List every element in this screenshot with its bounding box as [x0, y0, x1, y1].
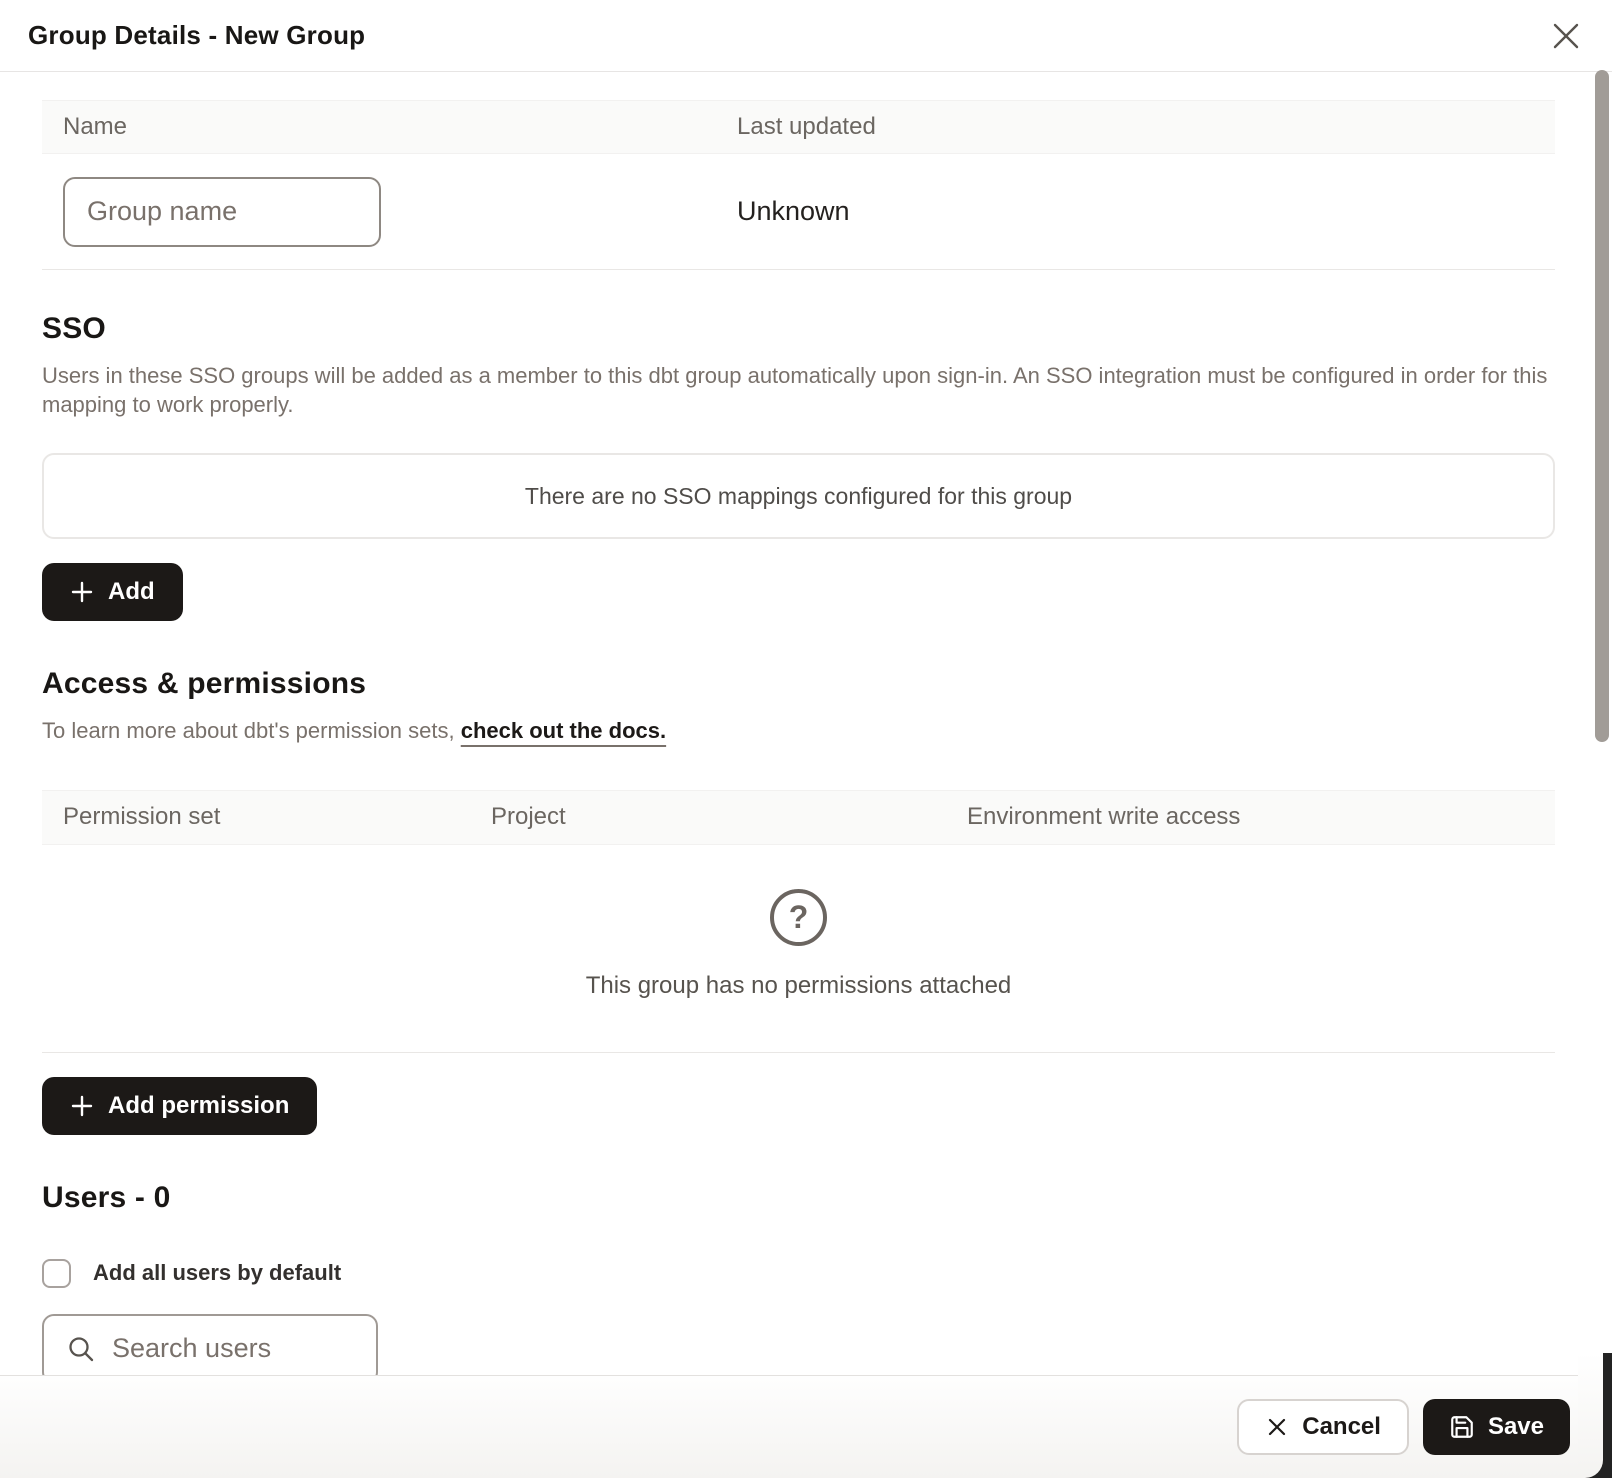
- cancel-button[interactable]: Cancel: [1237, 1399, 1409, 1455]
- sso-heading: SSO: [42, 312, 1555, 346]
- plus-icon: [70, 580, 94, 604]
- column-header-environment-write-access: Environment write access: [946, 803, 1555, 831]
- name-table-row: Unknown: [42, 154, 1555, 270]
- permissions-empty-message: This group has no permissions attached: [586, 972, 1012, 1000]
- permissions-table: Permission set Project Environment write…: [42, 790, 1555, 1053]
- close-button[interactable]: [1542, 12, 1590, 60]
- close-icon: [1549, 19, 1583, 53]
- sso-description: Users in these SSO groups will be added …: [42, 362, 1555, 419]
- save-button[interactable]: Save: [1423, 1399, 1570, 1455]
- scrollbar-thumb[interactable]: [1595, 70, 1609, 742]
- users-heading: Users - 0: [42, 1181, 1555, 1215]
- plus-icon: [70, 1094, 94, 1118]
- add-permission-button-label: Add permission: [108, 1092, 289, 1120]
- cancel-x-icon: [1265, 1415, 1289, 1439]
- docs-prefix: To learn more about dbt's permission set…: [42, 718, 461, 743]
- add-permission-button[interactable]: Add permission: [42, 1077, 317, 1135]
- floppy-disk-icon: [1449, 1414, 1475, 1440]
- sso-add-button[interactable]: Add: [42, 563, 183, 621]
- column-header-project: Project: [470, 803, 946, 831]
- sso-empty-message: There are no SSO mappings configured for…: [525, 483, 1072, 510]
- window-corner-backdrop: [1578, 1353, 1612, 1478]
- cancel-button-label: Cancel: [1302, 1413, 1381, 1441]
- column-header-permission-set: Permission set: [42, 803, 470, 831]
- user-search-box: [42, 1314, 378, 1375]
- group-details-modal: Group Details - New Group Name Last upda…: [0, 0, 1612, 1478]
- column-header-last-updated: Last updated: [716, 113, 1555, 141]
- permissions-heading: Access & permissions: [42, 667, 1555, 701]
- name-table: Name Last updated Unknown: [42, 100, 1555, 270]
- group-name-input[interactable]: [63, 177, 381, 247]
- modal-body: Name Last updated Unknown SSO Users in t…: [0, 72, 1612, 1375]
- column-header-name: Name: [42, 113, 716, 141]
- sso-add-button-label: Add: [108, 578, 155, 606]
- modal-title: Group Details - New Group: [28, 20, 365, 51]
- add-all-users-checkbox[interactable]: [42, 1259, 71, 1288]
- add-all-users-label: Add all users by default: [93, 1260, 341, 1286]
- modal-footer: Cancel Save: [0, 1375, 1612, 1478]
- sso-empty-state: There are no SSO mappings configured for…: [42, 453, 1555, 539]
- save-button-label: Save: [1488, 1413, 1544, 1441]
- permissions-docs-line: To learn more about dbt's permission set…: [42, 717, 1555, 746]
- name-table-header: Name Last updated: [42, 100, 1555, 154]
- search-users-input[interactable]: [112, 1333, 354, 1364]
- search-icon: [66, 1334, 96, 1364]
- permissions-empty-state: ? This group has no permissions attached: [42, 845, 1555, 1053]
- last-updated-value: Unknown: [716, 196, 1555, 227]
- permissions-table-header: Permission set Project Environment write…: [42, 790, 1555, 845]
- add-all-users-row: Add all users by default: [42, 1259, 1555, 1288]
- question-circle-icon: ?: [770, 889, 827, 946]
- docs-link[interactable]: check out the docs.: [461, 718, 666, 743]
- modal-header: Group Details - New Group: [0, 0, 1612, 72]
